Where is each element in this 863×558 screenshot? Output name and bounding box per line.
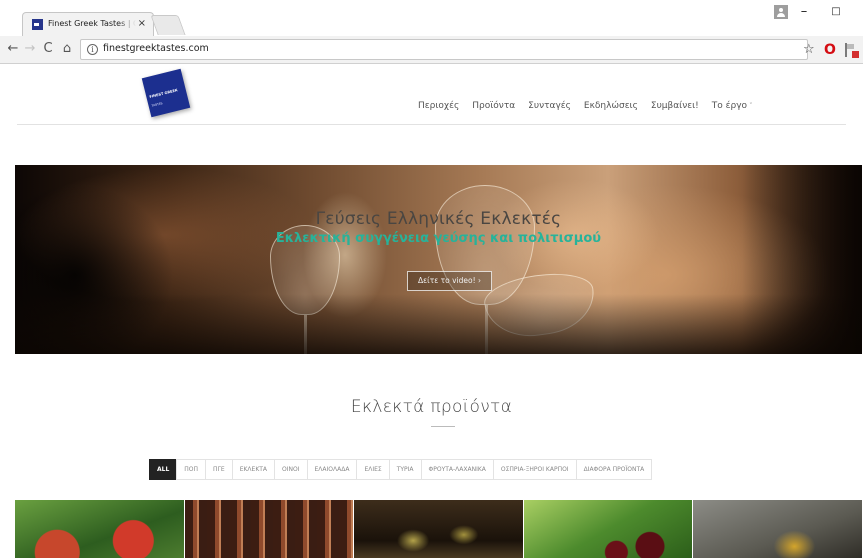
back-icon[interactable]: ← bbox=[5, 41, 21, 57]
star-icon[interactable]: ☆ bbox=[803, 42, 815, 58]
info-icon[interactable]: i bbox=[87, 44, 98, 55]
product-tile-olives[interactable] bbox=[354, 500, 524, 558]
reload-icon[interactable]: C bbox=[40, 41, 56, 57]
chevron-down-icon: ˅ bbox=[749, 102, 753, 110]
site-logo[interactable]: FINEST GREEK TASTES bbox=[141, 68, 191, 118]
nav-item-regions[interactable]: Περιοχές bbox=[418, 101, 459, 115]
hero-subtitle: Εκλεκτική συγγένεια γεύσης και πολιτισμο… bbox=[275, 231, 602, 246]
product-filter-bar: ALL ΠΟΠ ΠΓΕ ΕΚΛΕΚΤΑ ΟΙΝΟΙ ΕΛΑΙΟΛΑΔΑ ΕΛΙΕ… bbox=[149, 459, 653, 480]
new-tab-button[interactable] bbox=[150, 15, 186, 35]
forward-icon[interactable]: → bbox=[22, 41, 38, 57]
product-tile-apples[interactable] bbox=[15, 500, 185, 558]
site-header: FINEST GREEK TASTES Περιοχές Προϊόντα Συ… bbox=[0, 65, 863, 127]
product-tile-cherries[interactable] bbox=[523, 500, 694, 558]
hero-shade bbox=[15, 294, 862, 354]
maximize-button[interactable]: □ bbox=[825, 4, 847, 20]
favicon-icon bbox=[32, 19, 43, 30]
filter-other-products[interactable]: ΔΙΑΦΟΡΑ ΠΡΟΪΟΝΤΑ bbox=[575, 459, 653, 480]
nav-item-project[interactable]: Το έργο ˅ bbox=[712, 101, 753, 115]
extension-flag-icon[interactable] bbox=[843, 43, 859, 58]
browser-toolbar: ← → C ⌂ i finestgreektastes.com ☆ O bbox=[0, 36, 863, 64]
featured-title: Εκλεκτά προϊόντα bbox=[350, 397, 513, 417]
nav-item-events[interactable]: Εκδηλώσεις bbox=[584, 101, 638, 115]
title-underline bbox=[431, 426, 455, 427]
filter-fruits-vegetables[interactable]: ΦΡΟΥΤΑ-ΛΑΧΑΝΙΚΑ bbox=[420, 459, 493, 480]
product-tile-jars[interactable] bbox=[693, 500, 863, 558]
nav-item-products[interactable]: Προϊόντα bbox=[472, 101, 515, 115]
watch-video-button[interactable]: Δείτε το video! › bbox=[407, 271, 492, 291]
filter-olives[interactable]: ΕΛΙΕΣ bbox=[356, 459, 389, 480]
filter-legumes-nuts[interactable]: ΟΣΠΡΙΑ-ΞΗΡΟΙ ΚΑΡΠΟΙ bbox=[492, 459, 576, 480]
url-text[interactable]: finestgreektastes.com bbox=[103, 43, 209, 54]
filter-olive-oil[interactable]: ΕΛΑΙΟΛΑΔΑ bbox=[306, 459, 357, 480]
hero-title: Γεύσεις Ελληνικές Εκλεκτές bbox=[315, 209, 562, 229]
close-tab-icon[interactable]: × bbox=[138, 17, 146, 31]
profile-icon[interactable] bbox=[774, 5, 788, 19]
tab-title: Finest Greek Tastes | Greek bbox=[48, 19, 136, 28]
filter-cheeses[interactable]: ΤΥΡΙΑ bbox=[388, 459, 421, 480]
filter-wines[interactable]: ΟΙΝΟΙ bbox=[274, 459, 307, 480]
nav-item-recipes[interactable]: Συνταγές bbox=[528, 101, 571, 115]
header-divider bbox=[17, 124, 846, 125]
browser-tab[interactable]: Finest Greek Tastes | Greek × bbox=[22, 12, 154, 36]
browser-titlebar: Finest Greek Tastes | Greek × – □ bbox=[0, 0, 863, 36]
hero-banner: Γεύσεις Ελληνικές Εκλεκτές Εκλεκτική συγ… bbox=[15, 165, 862, 354]
minimize-button[interactable]: – bbox=[793, 4, 815, 20]
address-bar[interactable]: i finestgreektastes.com bbox=[80, 39, 808, 60]
filter-pge[interactable]: ΠΓΕ bbox=[205, 459, 232, 480]
product-tile-wines[interactable] bbox=[184, 500, 355, 558]
main-nav: Περιοχές Προϊόντα Συνταγές Εκδηλώσεις Συ… bbox=[418, 101, 766, 115]
home-icon[interactable]: ⌂ bbox=[59, 41, 75, 57]
opera-icon[interactable]: O bbox=[824, 42, 836, 58]
nav-item-happening[interactable]: Συμβαίνει! bbox=[651, 101, 699, 115]
filter-eklekta[interactable]: ΕΚΛΕΚΤΑ bbox=[231, 459, 275, 480]
filter-pop[interactable]: ΠΟΠ bbox=[176, 459, 206, 480]
nav-item-project-label: Το έργο bbox=[711, 101, 748, 111]
filter-all[interactable]: ALL bbox=[149, 459, 177, 480]
product-grid bbox=[15, 500, 863, 558]
